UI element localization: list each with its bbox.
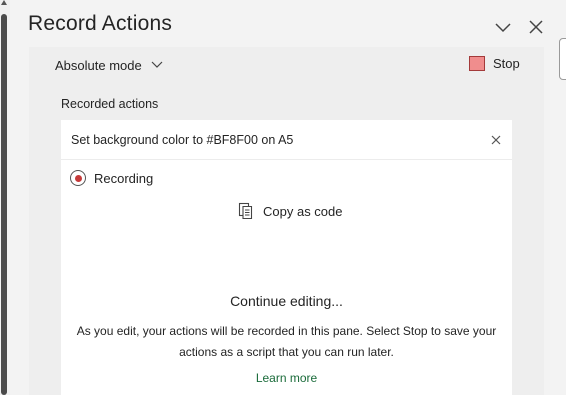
scroll-up-arrow-icon[interactable] [1, 0, 7, 5]
mode-label: Absolute mode [55, 57, 142, 73]
close-pane-button[interactable] [526, 17, 546, 37]
close-icon [491, 135, 501, 145]
mode-dropdown[interactable]: Absolute mode [55, 56, 164, 74]
chevron-down-icon [495, 23, 511, 33]
recorded-actions-heading: Recorded actions [61, 97, 159, 111]
side-scrollbar-handle[interactable] [559, 38, 566, 80]
stop-label: Stop [493, 56, 520, 71]
recording-status: Recording [70, 170, 153, 186]
recorded-action-item[interactable]: Set background color to #BF8F00 on A5 [61, 120, 512, 160]
collapse-pane-button[interactable] [493, 17, 513, 37]
copy-as-code-label: Copy as code [263, 203, 343, 219]
continue-editing-description: As you edit, your actions will be record… [76, 324, 497, 359]
scrollbar-thumb[interactable] [1, 14, 7, 395]
recorded-action-text: Set background color to #BF8F00 on A5 [71, 133, 294, 147]
learn-more-link[interactable]: Learn more [61, 371, 512, 385]
pane-title: Record Actions [28, 12, 173, 35]
copy-code-icon [238, 202, 253, 220]
remove-action-button[interactable] [489, 133, 503, 147]
stop-icon [469, 56, 485, 71]
close-icon [529, 20, 543, 34]
recording-label: Recording [94, 170, 154, 186]
record-icon [70, 170, 86, 186]
stop-button[interactable]: Stop [469, 56, 520, 71]
chevron-down-icon [151, 61, 163, 68]
continue-editing-title: Continue editing... [230, 293, 343, 309]
copy-as-code-button[interactable]: Copy as code [237, 202, 343, 220]
vertical-scrollbar[interactable] [0, 0, 10, 395]
recorded-actions-card: Set background color to #BF8F00 on A5 Re… [61, 120, 512, 395]
